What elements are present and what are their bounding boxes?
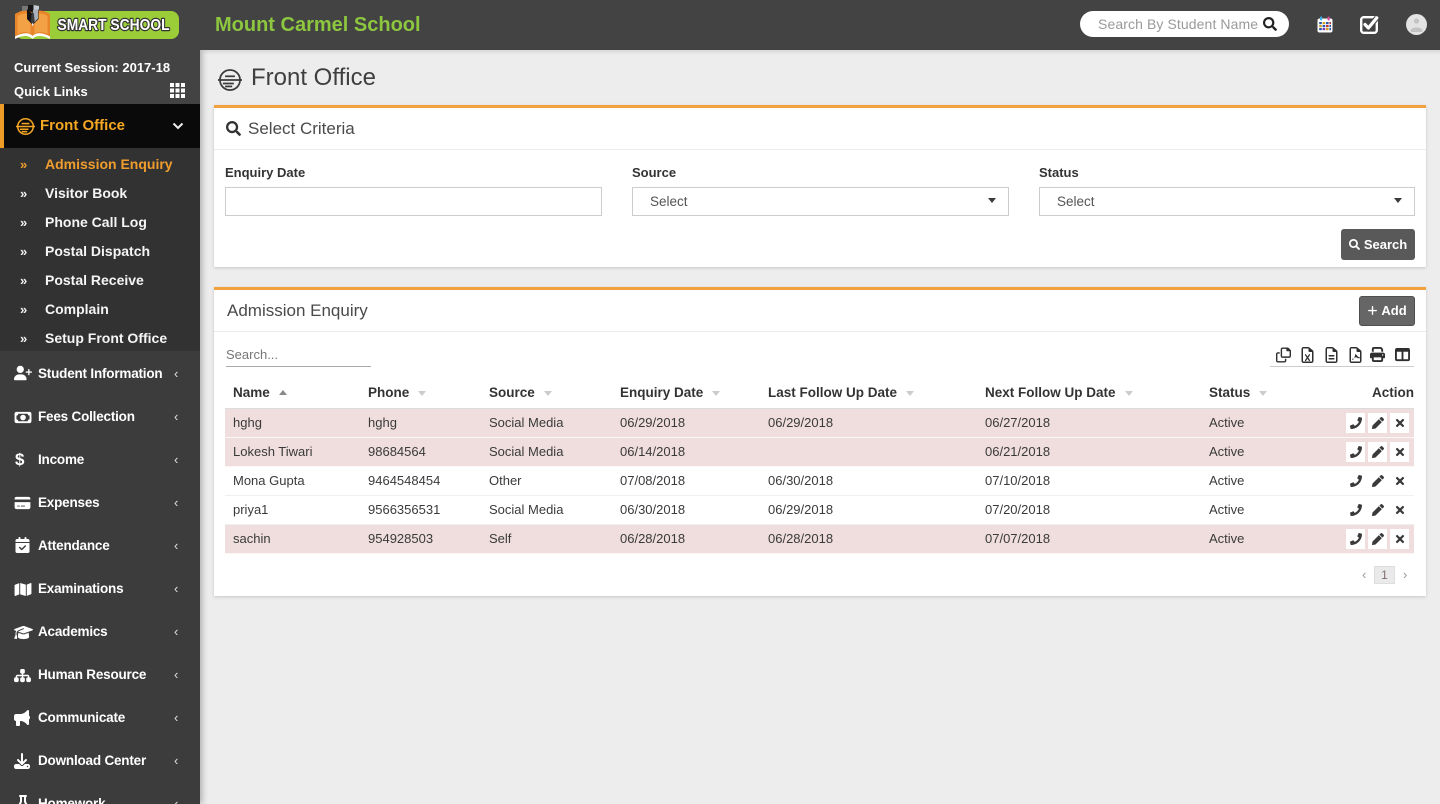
svg-text:SMART SCHOOL: SMART SCHOOL — [58, 17, 170, 34]
